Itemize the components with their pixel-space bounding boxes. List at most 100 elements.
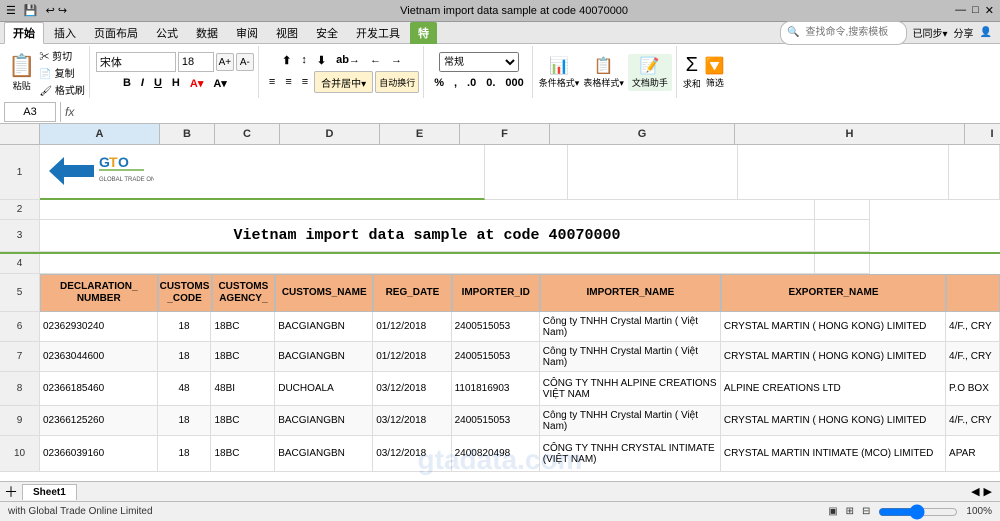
- tab-insert[interactable]: 插入: [46, 22, 84, 44]
- cell-reference-input[interactable]: A3: [4, 102, 56, 122]
- ribbon-search-input[interactable]: [800, 23, 900, 43]
- align-middle-btn[interactable]: ↕: [297, 51, 311, 69]
- sheet-tab-1[interactable]: Sheet1: [22, 484, 77, 500]
- col-header-b[interactable]: B: [160, 124, 215, 144]
- formula-bar: A3 fx Vietnam import data sample at code…: [0, 100, 1000, 124]
- conditional-format-btn[interactable]: 📊 条件格式▾: [539, 56, 580, 89]
- cell-7a: 02363044600: [40, 342, 158, 372]
- undo-group[interactable]: ↩ ↪: [46, 4, 68, 17]
- paste-btn[interactable]: 📋 粘贴: [8, 53, 35, 92]
- share-btn[interactable]: 分享: [954, 25, 974, 40]
- menu-icon[interactable]: ☰: [6, 4, 16, 17]
- page-break-btn[interactable]: ⊟: [862, 506, 870, 517]
- align-bottom-btn[interactable]: ⬇: [313, 51, 330, 69]
- ribbon-tabs: 开始 插入 页面布局 公式 数据 审阅 视图 安全 开发工具 特 🔍 已同步▾ …: [0, 22, 1000, 44]
- sync-btn[interactable]: 已同步▾: [913, 25, 948, 40]
- add-sheet-btn[interactable]: ＋: [4, 482, 18, 502]
- title-bar: ☰ 💾 ↩ ↪ Vietnam import data sample at co…: [0, 0, 1000, 22]
- zoom-slider[interactable]: [878, 504, 958, 520]
- tab-developer[interactable]: 开发工具: [348, 22, 408, 44]
- tab-page-layout[interactable]: 页面布局: [86, 22, 146, 44]
- copy-btn[interactable]: 📄 复制: [39, 65, 84, 80]
- table-row: 8 02366185460 48 48BI DUCHOALA 03/12/201…: [0, 372, 1000, 406]
- tab-special[interactable]: 特: [410, 22, 437, 44]
- header-customs-agency: CUSTOMSAGENCY_: [212, 274, 276, 312]
- col-header-g[interactable]: G: [550, 124, 735, 144]
- maximize-btn[interactable]: □: [972, 4, 979, 17]
- underline-btn[interactable]: U: [150, 74, 166, 92]
- account-icon[interactable]: 👤: [980, 27, 992, 38]
- number-format-select[interactable]: 常规 数字 货币 日期: [439, 52, 519, 72]
- window-controls[interactable]: ☰ 💾 ↩ ↪: [6, 4, 73, 17]
- grid-area: 1 G T O GLOBAL TRADE ONLINE LIMITED: [0, 145, 1000, 472]
- italic-btn[interactable]: I: [137, 74, 148, 92]
- cell-7h: CRYSTAL MARTIN ( HONG KONG) LIMITED: [721, 342, 946, 372]
- col-header-h[interactable]: H: [735, 124, 965, 144]
- font-decrease-btn[interactable]: A-: [236, 53, 254, 71]
- cell-8e: 03/12/2018: [373, 372, 451, 406]
- col-header-c[interactable]: C: [215, 124, 280, 144]
- format-painter-btn[interactable]: 🖌 格式刷: [39, 82, 84, 97]
- formula-input[interactable]: Vietnam import data sample at code 40070…: [80, 106, 996, 118]
- minimize-btn[interactable]: —: [955, 4, 966, 17]
- text-direction-btn[interactable]: ab→: [332, 51, 364, 69]
- fill-color-btn[interactable]: A▾: [186, 74, 207, 92]
- wrap-text-btn[interactable]: 自动换行: [375, 71, 419, 93]
- normal-view-btn[interactable]: ▣: [828, 506, 837, 517]
- tab-view[interactable]: 视图: [268, 22, 306, 44]
- indent-increase-btn[interactable]: →: [387, 51, 406, 69]
- decrease-decimal-btn[interactable]: 0.: [482, 74, 499, 92]
- corner-cell: [0, 124, 40, 144]
- sum-btn[interactable]: Σ 求和: [683, 54, 701, 90]
- table-style-btn[interactable]: 📋 表格样式▾: [583, 56, 624, 89]
- cell-8g: CÔNG TY TNHH ALPINE CREATIONS VIỆT NAM: [540, 372, 721, 406]
- thousands-btn[interactable]: 000: [501, 74, 527, 92]
- page-layout-btn[interactable]: ⊞: [846, 506, 854, 517]
- scroll-left-btn[interactable]: ◀: [971, 485, 979, 498]
- bold-btn[interactable]: B: [119, 74, 135, 92]
- search-icon: 🔍: [787, 27, 799, 38]
- window-buttons[interactable]: — □ ✕: [955, 4, 994, 17]
- tab-home[interactable]: 开始: [4, 22, 44, 44]
- col-header-i[interactable]: I: [965, 124, 1000, 144]
- cell-7g: Công ty TNHH Crystal Martin ( Việt Nam): [540, 342, 721, 372]
- increase-decimal-btn[interactable]: .0: [463, 74, 480, 92]
- cell-4-merged: [40, 254, 815, 274]
- close-btn[interactable]: ✕: [985, 4, 994, 17]
- tab-formula[interactable]: 公式: [148, 22, 186, 44]
- align-left-btn[interactable]: ≡: [265, 73, 279, 91]
- tab-security[interactable]: 安全: [308, 22, 346, 44]
- font-color-btn[interactable]: A▾: [209, 74, 230, 92]
- align-right-btn[interactable]: ≡: [298, 73, 312, 91]
- header-exporter-name: EXPORTER_NAME: [721, 274, 946, 312]
- align-top-btn[interactable]: ⬆: [278, 51, 295, 69]
- font-increase-btn[interactable]: A+: [216, 53, 234, 71]
- font-name-row: 宋体 18 A+ A-: [96, 52, 254, 72]
- font-name-input[interactable]: 宋体: [96, 52, 176, 72]
- filter-btn[interactable]: 🔽 筛选: [705, 56, 725, 89]
- col-header-d[interactable]: D: [280, 124, 380, 144]
- col-header-f[interactable]: F: [460, 124, 550, 144]
- doc-assistant-btn[interactable]: 📝 文档助手: [628, 54, 672, 91]
- tab-data[interactable]: 数据: [188, 22, 226, 44]
- alignment-group: ⬆ ↕ ⬇ ab→ ← → ≡ ≡ ≡ 合并居中▾ 自动换行: [261, 46, 424, 98]
- col-header-a[interactable]: A: [40, 124, 160, 144]
- merge-btn[interactable]: 合并居中▾: [314, 71, 373, 93]
- comma-btn[interactable]: ,: [450, 74, 461, 92]
- scroll-right-btn[interactable]: ▶: [984, 485, 992, 498]
- percent-btn[interactable]: %: [430, 74, 448, 92]
- col-header-e[interactable]: E: [380, 124, 460, 144]
- row-1: 1 G T O GLOBAL TRADE ONLINE LIMITED: [0, 145, 1000, 200]
- font-size-input[interactable]: 18: [178, 52, 214, 72]
- save-icon[interactable]: 💾: [24, 4, 38, 17]
- cell-9h: CRYSTAL MARTIN ( HONG KONG) LIMITED: [721, 406, 946, 436]
- cell-8h: ALPINE CREATIONS LTD: [721, 372, 946, 406]
- row-num-8: 8: [0, 372, 40, 406]
- cut-btn[interactable]: ✂ 剪切: [39, 48, 84, 63]
- tab-review[interactable]: 审阅: [228, 22, 266, 44]
- align-center-btn[interactable]: ≡: [281, 73, 295, 91]
- indent-decrease-btn[interactable]: ←: [366, 51, 385, 69]
- border-btn[interactable]: H: [168, 74, 184, 92]
- cell-9b: 18: [158, 406, 212, 436]
- cell-9a: 02366125260: [40, 406, 158, 436]
